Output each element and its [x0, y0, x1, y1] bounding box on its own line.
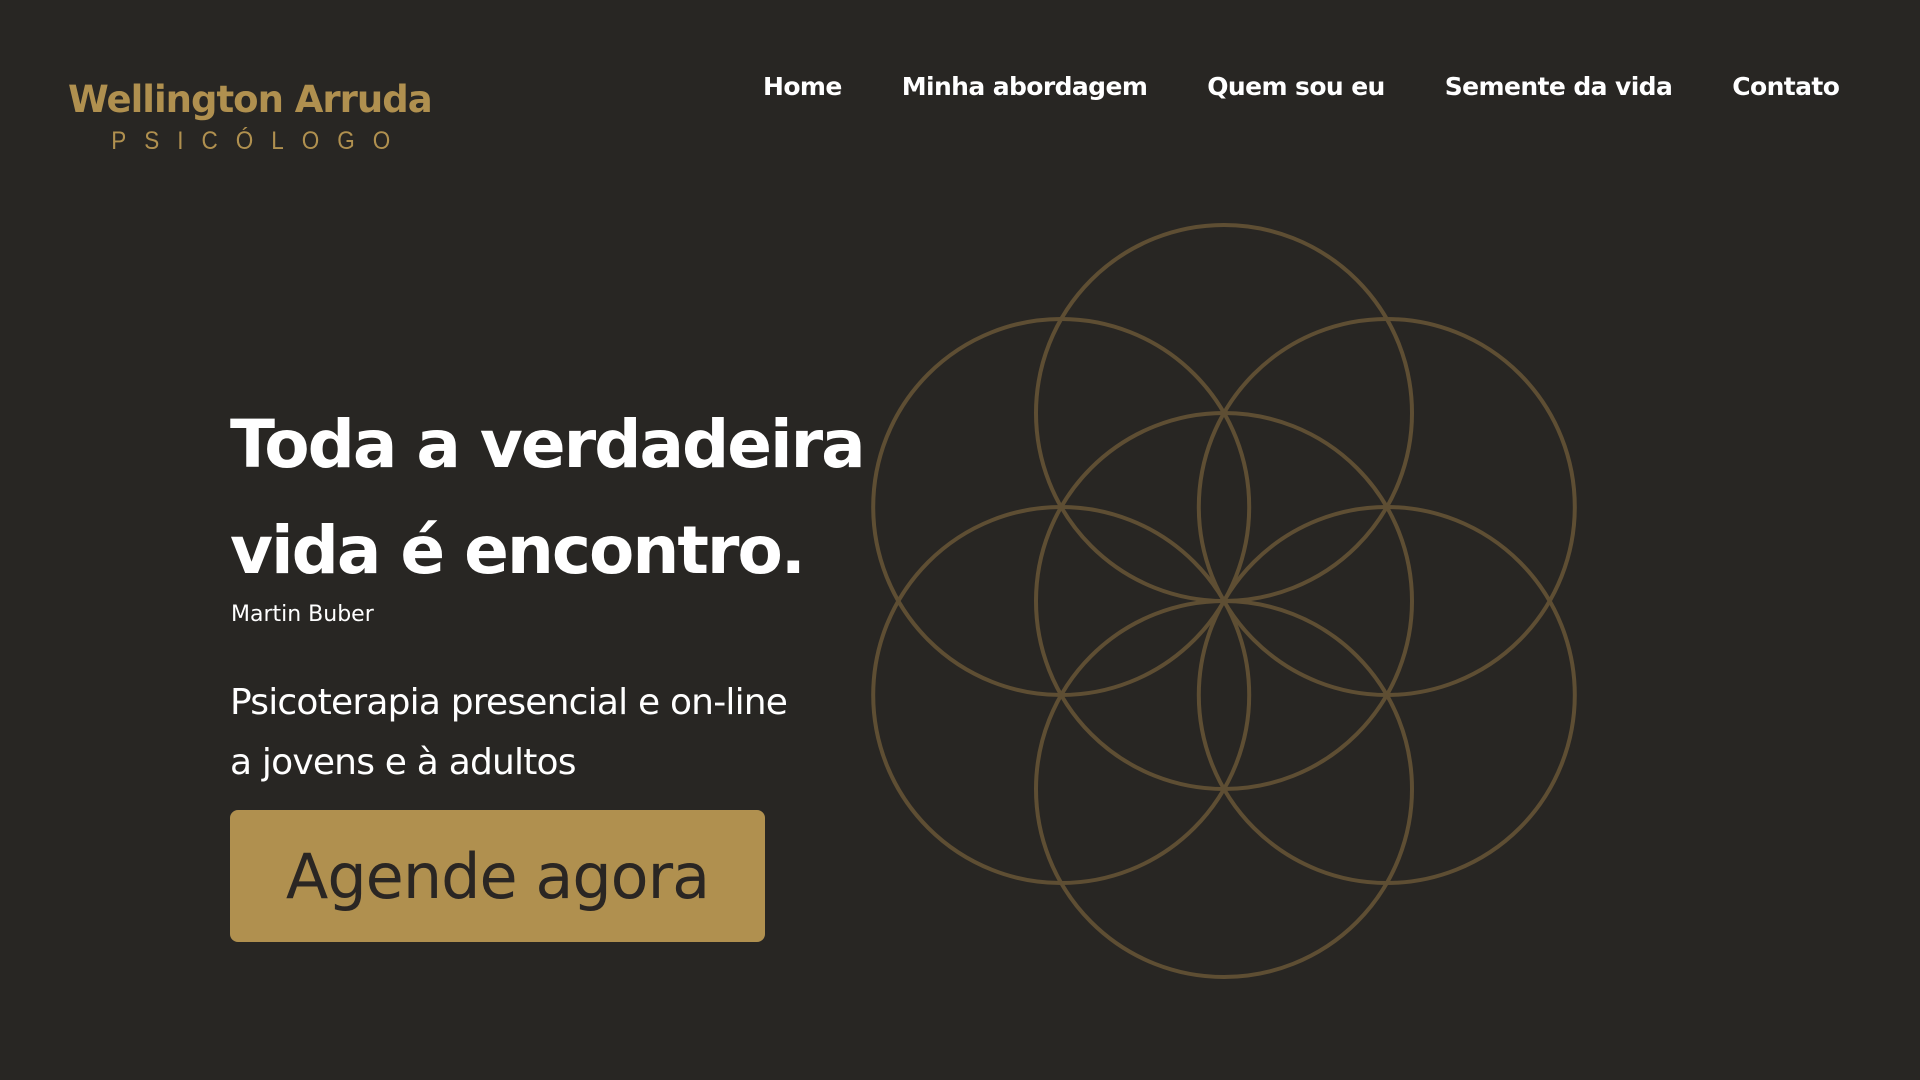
nav-item-semente-da-vida[interactable]: Semente da vida: [1445, 66, 1673, 108]
landing-page: Wellington Arruda PSICÓLOGO Home Minha a…: [0, 0, 1920, 1080]
logo[interactable]: Wellington Arruda PSICÓLOGO: [68, 74, 433, 158]
nav-item-home[interactable]: Home: [763, 66, 842, 108]
nav-item-minha-abordagem[interactable]: Minha abordagem: [902, 66, 1148, 108]
logo-subtitle: PSICÓLOGO: [111, 127, 409, 155]
hero-subtitle-line-1: Psicoterapia presencial e on-line: [230, 682, 788, 723]
logo-name: Wellington Arruda: [68, 78, 433, 121]
quote-author: Martin Buber: [231, 602, 374, 627]
nav-item-quem-sou-eu[interactable]: Quem sou eu: [1207, 66, 1385, 108]
hero-title-line-1: Toda a verdadeira: [230, 406, 866, 483]
nav-item-contato[interactable]: Contato: [1732, 66, 1840, 108]
hero-subtitle-line-2: a jovens e à adultos: [230, 742, 577, 783]
main-nav: Home Minha abordagem Quem sou eu Semente…: [763, 66, 1840, 108]
hero-title: Toda a verdadeira vida é encontro.: [230, 392, 910, 604]
hero-title-line-2: vida é encontro.: [230, 512, 806, 589]
hero-subtitle: Psicoterapia presencial e on-line a jove…: [230, 673, 930, 793]
schedule-button[interactable]: Agende agora: [230, 810, 765, 942]
